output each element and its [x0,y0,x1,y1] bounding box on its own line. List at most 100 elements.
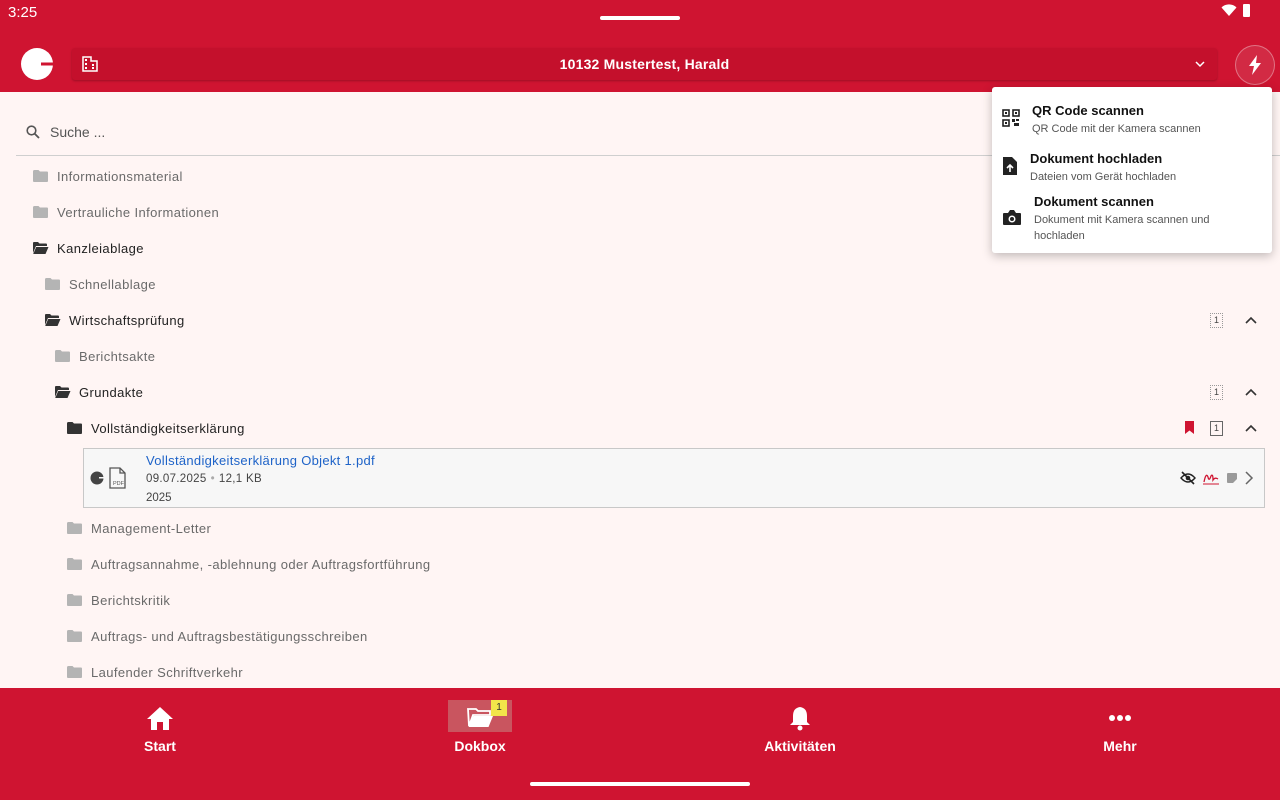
tree-item-label: Auftrags- und Auftragsbestätigungsschrei… [91,628,368,644]
count-badge: 1 [1210,421,1223,436]
tree-item-vollstaendigkeitserklaerung[interactable]: Vollständigkeitserklärung 1 [0,410,1280,446]
nav-label: Start [144,738,176,754]
qr-code-icon [1002,109,1020,127]
document-item[interactable]: PDF Vollständigkeitserklärung Objekt 1.p… [83,448,1265,508]
tree-item-label: Berichtskritik [91,592,171,608]
tree-item-grundakte[interactable]: Grundakte 1 [0,374,1280,410]
nav-label: Mehr [1103,738,1137,754]
notch-pill [600,16,680,20]
tree-item-berichtsakte[interactable]: Berichtsakte [0,338,1280,374]
tree-item-label: Schnellablage [69,276,156,292]
tree-item-berichtskritik[interactable]: Berichtskritik [0,582,1280,618]
tree-item-label: Vertrauliche Informationen [57,204,220,220]
chevron-up-icon[interactable] [1244,422,1258,434]
nav-label: Aktivitäten [764,738,836,754]
chevron-right-icon[interactable] [1244,471,1254,485]
nav-label: Dokbox [454,738,506,754]
search-icon [26,125,40,139]
folder-icon [67,630,82,642]
bottom-navigation: Start Dokbox 1 Aktivitäten Mehr [0,688,1280,800]
meta-separator: • [210,473,215,485]
notification-badge: 1 [491,700,507,716]
folder-icon [33,206,48,218]
tree-item-laufender-schriftverkehr[interactable]: Laufender Schriftverkehr [0,654,1280,688]
bookmark-icon[interactable] [1184,421,1195,435]
tree-item-auftragsbestaetigungsschreiben[interactable]: Auftrags- und Auftragsbestätigungsschrei… [0,618,1280,654]
file-upload-icon [1003,157,1017,175]
tree-item-label: Berichtsakte [79,348,156,364]
quick-actions-button[interactable] [1235,45,1275,85]
quick-actions-menu: QR Code scannen QR Code mit der Kamera s… [992,87,1272,253]
app-bar: 10132 Mustertest, Harald [0,38,1280,92]
document-meta: 09.07.2025 • 12,1 KB [146,473,262,485]
wifi-icon [1221,4,1237,17]
folder-icon [67,666,82,678]
menu-item-title: Dokument hochladen [1030,151,1163,166]
status-time: 3:25 [8,4,38,21]
app-logo-icon[interactable] [20,47,54,81]
document-title[interactable]: Vollständigkeitserklärung Objekt 1.pdf [146,453,375,468]
home-icon [144,704,176,732]
nav-aktivitaeten[interactable]: Aktivitäten [640,688,960,758]
chevron-up-icon[interactable] [1244,386,1258,398]
lightning-icon [1249,55,1261,75]
folder-icon [33,170,48,182]
folder-icon [67,522,82,534]
pdf-file-icon: PDF [109,467,126,489]
tree-item-label: Auftragsannahme, -ablehnung oder Auftrag… [91,556,431,572]
folder-icon [67,594,82,606]
folder-icon [67,558,82,570]
search-input[interactable] [50,120,650,144]
tree-item-wirtschaftspruefung[interactable]: Wirtschaftsprüfung 1 [0,302,1280,338]
folder-open-icon [55,386,71,398]
tree-item-label: Grundakte [79,384,144,400]
gesture-home-indicator [530,782,750,786]
menu-item-upload[interactable]: Dokument hochladen Dateien vom Gerät hoc… [992,147,1272,187]
tree-item-schnellablage[interactable]: Schnellablage [0,266,1280,302]
tree-item-label: Laufender Schriftverkehr [91,664,243,680]
document-actions [1180,471,1254,485]
menu-item-title: Dokument scannen [1034,194,1154,209]
datev-logo-icon [90,471,104,485]
menu-item-scan-document[interactable]: Dokument scannen Dokument mit Kamera sca… [992,191,1272,247]
tree-item-auftragsannahme[interactable]: Auftragsannahme, -ablehnung oder Auftrag… [0,546,1280,582]
menu-item-qr-scan[interactable]: QR Code scannen QR Code mit der Kamera s… [992,99,1272,139]
menu-item-subtitle: QR Code mit der Kamera scannen [1032,123,1201,135]
folder-open-icon [33,242,49,254]
nav-start[interactable]: Start [0,688,320,758]
note-icon[interactable] [1226,472,1238,484]
tree-item-management-letter[interactable]: Management-Letter [0,510,1280,546]
tree-item-label: Vollständigkeitserklärung [91,420,245,436]
menu-item-title: QR Code scannen [1032,103,1144,118]
folder-icon [45,278,60,290]
tree-item-label: Wirtschaftsprüfung [69,312,185,328]
folder-icon [67,422,82,434]
menu-item-subtitle: Dateien vom Gerät hochladen [1030,171,1177,183]
battery-icon [1243,4,1250,17]
count-badge: 1 [1210,385,1223,400]
system-icons [1221,4,1250,17]
folder-open-icon [45,314,61,326]
camera-icon [1003,210,1021,225]
tree-item-label: Management-Letter [91,520,212,536]
client-name: 10132 Mustertest, Harald [559,56,730,72]
menu-item-subtitle: Dokument mit Kamera scannen und hochlade… [1034,214,1210,242]
chevron-up-icon[interactable] [1244,314,1258,326]
folder-icon [55,350,70,362]
nav-mehr[interactable]: Mehr [960,688,1280,758]
client-selector[interactable]: 10132 Mustertest, Harald [72,48,1217,80]
document-date: 09.07.2025 [146,473,207,485]
tree-item-label: Informationsmaterial [57,168,183,184]
nav-dokbox[interactable]: Dokbox [320,688,640,758]
more-dots-icon [1104,704,1136,732]
document-year: 2025 [146,492,172,504]
bell-icon [784,704,816,732]
chevron-down-icon [1195,61,1205,68]
signature-icon[interactable] [1202,471,1220,485]
status-bar: 3:25 [0,0,1280,38]
tree-item-label: Kanzleiablage [57,240,144,256]
count-badge: 1 [1210,313,1223,328]
pdf-label: PDF [113,481,125,487]
document-size: 12,1 KB [218,473,262,485]
eye-off-icon[interactable] [1180,471,1196,485]
